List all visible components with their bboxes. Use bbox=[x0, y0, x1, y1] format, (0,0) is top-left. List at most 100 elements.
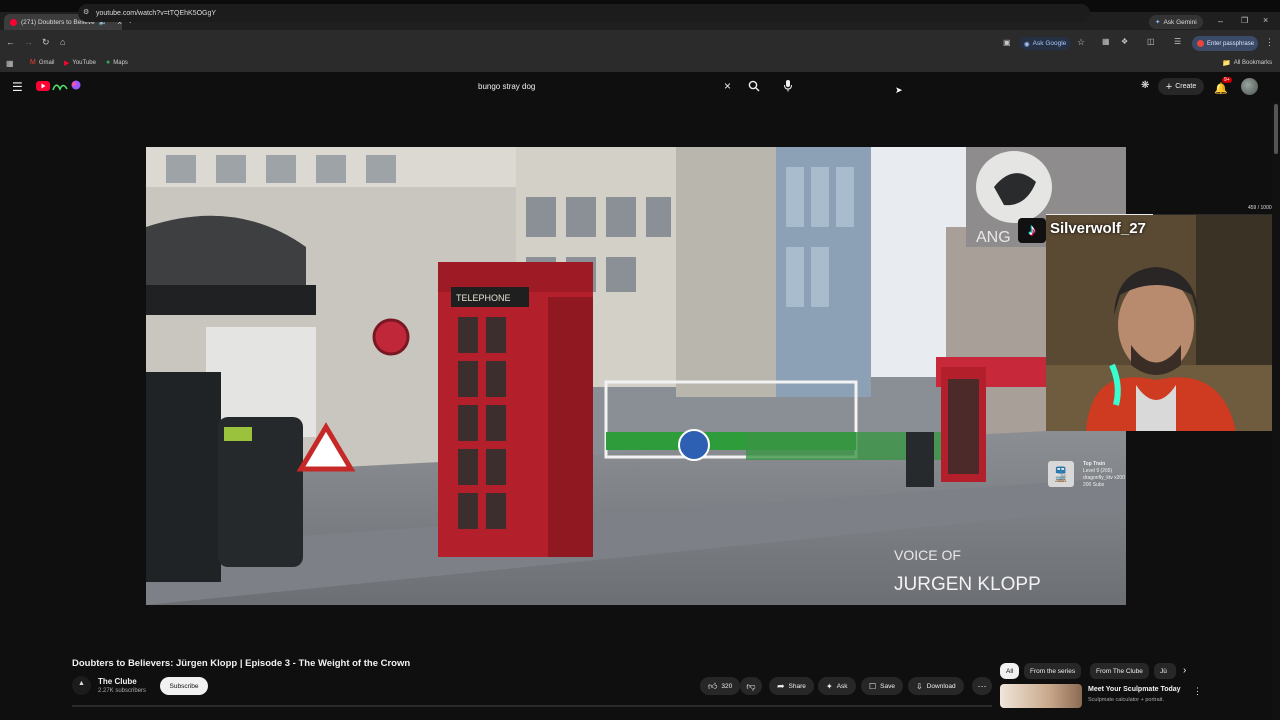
sparkle-icon: ✦ bbox=[826, 681, 833, 691]
create-button[interactable]: + Create bbox=[1158, 78, 1204, 95]
phone-booth-sign: TELEPHONE bbox=[456, 293, 511, 303]
browser-toolbar bbox=[0, 30, 1280, 56]
ask-gemini-button[interactable]: ✦ Ask Gemini bbox=[1149, 15, 1203, 29]
save-bookmark-icon: ☐ bbox=[869, 681, 877, 691]
page-scrollbar[interactable] bbox=[1272, 102, 1280, 720]
home-icon[interactable]: ⌂ bbox=[60, 37, 65, 47]
extension-icon-1[interactable]: ▦ bbox=[1102, 37, 1110, 46]
search-query-text: bungo stray dog bbox=[478, 82, 536, 91]
account-avatar[interactable] bbox=[1241, 78, 1258, 95]
ask-google-label: Ask Google bbox=[1032, 40, 1067, 47]
youtube-logo-icon bbox=[36, 80, 81, 91]
bookmark-maps-label: Maps bbox=[113, 59, 128, 66]
chip-from-the-series[interactable]: From the series bbox=[1024, 663, 1082, 679]
bookmark-star-icon[interactable]: ☆ bbox=[1077, 37, 1085, 48]
share-icon: ➦ bbox=[777, 680, 785, 691]
scrollbar-thumb[interactable] bbox=[1274, 104, 1278, 154]
share-label: Share bbox=[788, 682, 806, 690]
video-title: Doubters to Believers: Jürgen Klopp | Ep… bbox=[72, 658, 411, 669]
channel-avatar[interactable]: ▲ bbox=[72, 676, 91, 695]
save-label: Save bbox=[880, 682, 895, 690]
video-player[interactable]: ANG TELEPHONE VOICE OF JURGEN KLOPP bbox=[146, 147, 1126, 605]
download-icon: ⇩ bbox=[916, 681, 923, 691]
microphone-icon[interactable] bbox=[783, 79, 793, 92]
media-control-icon[interactable]: ☰ bbox=[1174, 37, 1181, 46]
more-actions-button[interactable]: ⋯ bbox=[972, 677, 992, 695]
recommendation-thumbnail[interactable] bbox=[1000, 684, 1082, 708]
youtube-logo[interactable] bbox=[36, 80, 82, 93]
split-view-icon[interactable]: ◫ bbox=[1147, 37, 1155, 46]
thumbs-up-icon: 👍︎ bbox=[708, 680, 718, 691]
url-text: youtube.com/watch?v=tTQEhK5OGgY bbox=[96, 9, 217, 17]
bell-icon: 🔔 bbox=[1214, 83, 1228, 95]
bookmarks-bar: ▦ M Gmail ▶ YouTube ● Maps 📁 All Bookmar… bbox=[0, 56, 1280, 72]
site-info-icon[interactable]: ⚙ bbox=[83, 8, 89, 16]
all-bookmarks[interactable]: 📁 All Bookmarks bbox=[1222, 59, 1272, 67]
top-train-user: dragonfly_ktv x200 bbox=[1083, 475, 1125, 481]
tiktok-logo-icon: ♪ bbox=[1028, 221, 1036, 239]
page-bottom-divider bbox=[72, 705, 992, 707]
top-train-title: Top Train bbox=[1083, 461, 1106, 467]
subscriber-count: 2.27K subscribers bbox=[98, 688, 147, 694]
apps-grid-icon[interactable]: ▦ bbox=[6, 59, 14, 68]
bookmark-youtube[interactable]: ▶ YouTube bbox=[64, 59, 96, 67]
youtube-favicon-icon bbox=[10, 18, 17, 26]
enter-passphrase-button[interactable]: Enter passphrase bbox=[1192, 36, 1258, 51]
streamer-username: Silverwolf_27 bbox=[1050, 220, 1146, 237]
reload-icon[interactable]: ↻ bbox=[42, 37, 50, 48]
hamburger-menu-icon[interactable]: ☰ bbox=[12, 80, 23, 94]
webcam-overlay bbox=[1046, 215, 1280, 431]
webcam-feed bbox=[1046, 215, 1280, 431]
search-input[interactable]: bungo stray dog bbox=[469, 78, 741, 95]
notification-badge: 9+ bbox=[1222, 77, 1232, 83]
ask-google-button[interactable]: ◉ Ask Google bbox=[1019, 37, 1072, 50]
address-bar[interactable]: ⚙ youtube.com/watch?v=tTQEhK5OGgY bbox=[78, 4, 1090, 22]
minimize-icon[interactable]: – bbox=[1218, 16, 1223, 26]
like-button[interactable]: 👍︎ 320 bbox=[700, 677, 741, 695]
video-frame-street-scene: ANG TELEPHONE VOICE OF JURGEN KLOPP bbox=[146, 147, 1126, 605]
clear-search-icon[interactable]: × bbox=[724, 79, 731, 93]
chip-all[interactable]: All bbox=[1000, 663, 1020, 679]
save-button[interactable]: ☐ Save bbox=[861, 677, 903, 695]
bookmark-youtube-label: YouTube bbox=[72, 60, 96, 66]
close-window-icon[interactable]: × bbox=[1263, 15, 1268, 25]
passphrase-label: Enter passphrase bbox=[1207, 40, 1255, 47]
bookmark-maps[interactable]: ● Maps bbox=[106, 59, 128, 66]
chip-from-the-clube[interactable]: From The Clube bbox=[1090, 663, 1149, 679]
ask-label: Ask bbox=[836, 682, 848, 690]
tiktok-badge: ♪ bbox=[1018, 218, 1046, 243]
overlay-progress-text: 459 / 1000 bbox=[1248, 205, 1272, 211]
ask-button[interactable]: ✦ Ask bbox=[818, 677, 856, 695]
recommendation-title[interactable]: Meet Your Sculpmate Today bbox=[1088, 686, 1181, 693]
top-train-level: Level 9 (265) bbox=[1083, 468, 1113, 474]
recommendation-menu-icon[interactable]: ⋮ bbox=[1193, 686, 1202, 697]
top-train-panel: Top Train Level 9 (265) dragonfly_ktv x2… bbox=[1083, 461, 1125, 489]
download-label: Download bbox=[926, 682, 956, 690]
notifications-button[interactable]: 🔔 9+ bbox=[1214, 77, 1232, 95]
restore-icon[interactable]: ❐ bbox=[1241, 16, 1248, 25]
share-button[interactable]: ➦ Share bbox=[769, 677, 814, 695]
install-app-icon[interactable]: ▣ bbox=[1003, 38, 1011, 47]
recommendation-subtitle: Sculpmate calculator + portrait. bbox=[1088, 697, 1164, 703]
like-count: 320 bbox=[721, 682, 733, 690]
video-caption-line2: JURGEN KLOPP bbox=[894, 574, 1041, 595]
chip-partial[interactable]: Jü bbox=[1154, 663, 1176, 679]
subscribe-button[interactable]: Subscribe bbox=[160, 677, 208, 695]
google-lens-icon: ◉ bbox=[1024, 40, 1030, 48]
maps-pin-icon: ● bbox=[106, 59, 111, 66]
back-icon[interactable]: ← bbox=[6, 37, 15, 47]
channel-name[interactable]: The Clube bbox=[98, 677, 137, 686]
yt-extension-icon[interactable]: ❋ bbox=[1141, 80, 1149, 91]
download-button[interactable]: ⇩ Download bbox=[908, 677, 964, 695]
chrome-menu-icon[interactable]: ⋮ bbox=[1265, 37, 1274, 48]
thumbs-down-icon: 👎︎ bbox=[746, 680, 756, 691]
chips-next-icon[interactable]: › bbox=[1183, 665, 1186, 676]
forward-icon[interactable]: → bbox=[24, 37, 33, 47]
all-bookmarks-label: All Bookmarks bbox=[1233, 60, 1273, 66]
dislike-button[interactable]: 👎︎ bbox=[740, 677, 762, 695]
bookmark-gmail[interactable]: M Gmail bbox=[30, 59, 55, 66]
search-icon[interactable] bbox=[748, 80, 760, 92]
folder-icon: 📁 bbox=[1222, 60, 1231, 67]
extensions-puzzle-icon[interactable]: ❖ bbox=[1121, 37, 1128, 46]
video-caption-line1: VOICE OF bbox=[894, 547, 961, 563]
